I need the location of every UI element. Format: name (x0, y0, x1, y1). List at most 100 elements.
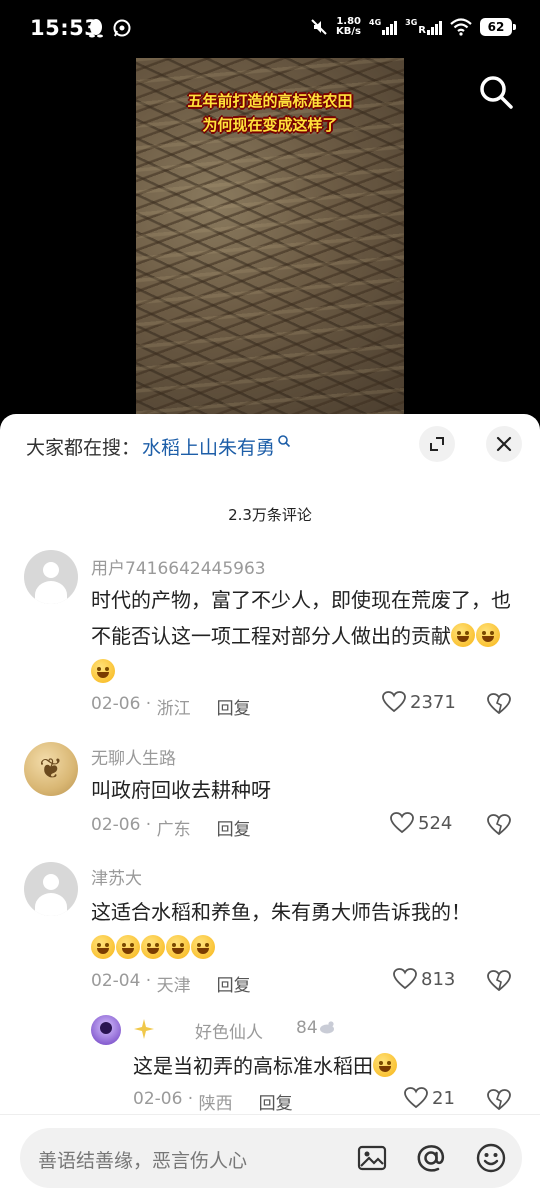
video-frame[interactable]: 五年前打造的高标准农田 为何现在变成这样了 (136, 58, 404, 418)
video-caption-line2: 为何现在变成这样了 (202, 116, 338, 134)
qq-icon (89, 19, 103, 38)
video-player[interactable]: 五年前打造的高标准农田 为何现在变成这样了 (0, 58, 540, 418)
laughing-emoji-icon (476, 623, 500, 647)
comment-username[interactable]: 津苏大 (91, 864, 142, 889)
mention-icon[interactable] (415, 1142, 447, 1174)
trending-search-prefix: 大家都在搜： (26, 436, 141, 459)
reply-button[interactable]: 回复 (217, 694, 251, 719)
comment-input[interactable]: 善语结善缘，恶言伤人心 (20, 1128, 522, 1188)
video-caption-line1: 五年前打造的高标准农田 (187, 92, 353, 110)
search-icon[interactable] (476, 72, 516, 112)
dislike-icon[interactable] (487, 969, 511, 993)
heart-icon (390, 812, 414, 834)
comment-meta: 02-06 · 广东 回复 (91, 815, 251, 840)
reply-text: 这是当初弄的高标准水稻田 (133, 1048, 513, 1084)
net-speed: 1.80 KB/s (336, 17, 361, 37)
battery-icon: 62 (480, 18, 516, 36)
grinning-emoji-icon (141, 935, 165, 959)
sim2-roaming: R (418, 25, 426, 36)
reply-date: 02-06 (133, 1089, 183, 1109)
avatar[interactable] (24, 862, 78, 916)
like-count: 524 (418, 812, 453, 834)
laughing-emoji-icon (451, 623, 475, 647)
trending-search-term[interactable]: 水稻上山朱有勇 (142, 433, 275, 460)
signal-3g-icon: 3G R (405, 18, 442, 36)
grinning-emoji-icon (191, 935, 215, 959)
whatsapp-icon (113, 19, 131, 37)
trending-search: 大家都在搜： 水稻上山朱有勇 (26, 432, 291, 460)
comment-meta: 02-04 · 天津 回复 (91, 971, 251, 996)
comment-sheet: 大家都在搜： 水稻上山朱有勇 2.3万条评论 用户7416642445963 时… (0, 414, 540, 1200)
level-badge-icon (319, 1021, 334, 1034)
reply-button[interactable]: 回复 (217, 815, 251, 840)
heart-icon (382, 691, 406, 713)
reply-username[interactable]: 好色仙人 (195, 1018, 263, 1043)
image-icon[interactable] (356, 1142, 388, 1174)
comment-input-placeholder: 善语结善缘，恶言伤人心 (38, 1150, 248, 1172)
comment-text-body: 时代的产物，富了不少人，即使现在荒废了，也不能否认这一项工程对部分人做出的贡献 (91, 588, 511, 648)
comment-location: 广东 (156, 820, 191, 840)
notification-icons (88, 18, 132, 38)
like-button[interactable]: 21 (404, 1087, 455, 1109)
comment-date: 02-06 (91, 815, 141, 835)
emoji-icon[interactable] (475, 1142, 507, 1174)
close-icon (496, 436, 512, 452)
comment-text: 这适合水稻和养鱼，朱有勇大师告诉我的！ (91, 894, 521, 966)
signal-4g-icon: 4G (369, 18, 398, 35)
like-button[interactable]: 2371 (382, 691, 456, 713)
grinning-emoji-icon (116, 935, 140, 959)
heart-icon (404, 1087, 428, 1109)
meta-separator: · (140, 694, 157, 714)
comment-text-body: 这适合水稻和养鱼，朱有勇大师告诉我的！ (91, 900, 471, 924)
mute-icon (311, 19, 327, 35)
dislike-icon[interactable] (487, 813, 511, 837)
comment-text: 时代的产物，富了不少人，即使现在荒废了，也不能否认这一项工程对部分人做出的贡献 (91, 582, 521, 690)
like-button[interactable]: 813 (393, 968, 455, 990)
comment-username[interactable]: 无聊人生路 (91, 744, 176, 769)
input-divider (0, 1114, 540, 1115)
comment-date: 02-04 (91, 971, 141, 991)
meta-separator: · (140, 815, 157, 835)
dislike-icon[interactable] (487, 1088, 511, 1112)
reply-button[interactable]: 回复 (259, 1089, 293, 1114)
meta-separator: · (140, 971, 157, 991)
heart-icon (393, 968, 417, 990)
expand-button[interactable] (419, 426, 455, 462)
comment-meta: 02-06 · 浙江 回复 (91, 694, 251, 719)
comment-text: 叫政府回收去耕种呀 (91, 778, 271, 802)
reply-location: 陕西 (198, 1094, 233, 1114)
comment-username[interactable]: 用户7416642445963 (91, 554, 266, 579)
avatar[interactable] (24, 550, 78, 604)
reply-level-number: 84 (296, 1018, 318, 1038)
comment-count: 2.3万条评论 (228, 506, 312, 524)
net-speed-unit: KB/s (336, 26, 362, 37)
reply-meta: 02-06 · 陕西 回复 (133, 1089, 293, 1114)
like-button[interactable]: 524 (390, 812, 452, 834)
small-search-icon (278, 435, 291, 448)
reply-text-body: 这是当初弄的高标准水稻田 (133, 1054, 373, 1078)
like-count: 2371 (410, 691, 456, 713)
grinning-emoji-icon (91, 935, 115, 959)
close-button[interactable] (486, 426, 522, 462)
dislike-icon[interactable] (487, 692, 511, 716)
smiling-emoji-icon (373, 1053, 397, 1077)
comment-date: 02-06 (91, 694, 141, 714)
reply-button[interactable]: 回复 (217, 971, 251, 996)
meta-separator: · (182, 1089, 199, 1109)
sim1-label: 4G (369, 18, 382, 27)
like-count: 813 (421, 968, 456, 990)
status-right: 1.80 KB/s 4G 3G R 62 (310, 17, 516, 37)
avatar[interactable]: ❦ (24, 742, 78, 796)
grinning-emoji-icon (166, 935, 190, 959)
expand-icon (430, 437, 444, 451)
status-bar: 15:53 1.80 KB/s 4G 3G R 62 (0, 0, 540, 58)
comment-location: 天津 (156, 976, 191, 996)
laughing-emoji-icon (91, 659, 115, 683)
sim2-label: 3G (405, 18, 418, 27)
comment-location: 浙江 (156, 699, 191, 719)
wifi-icon (450, 18, 472, 36)
reply-avatar[interactable] (91, 1015, 121, 1045)
sparkle-icon (134, 1019, 154, 1039)
reply-user-level: 84 (296, 1018, 336, 1038)
like-count: 21 (432, 1087, 455, 1109)
